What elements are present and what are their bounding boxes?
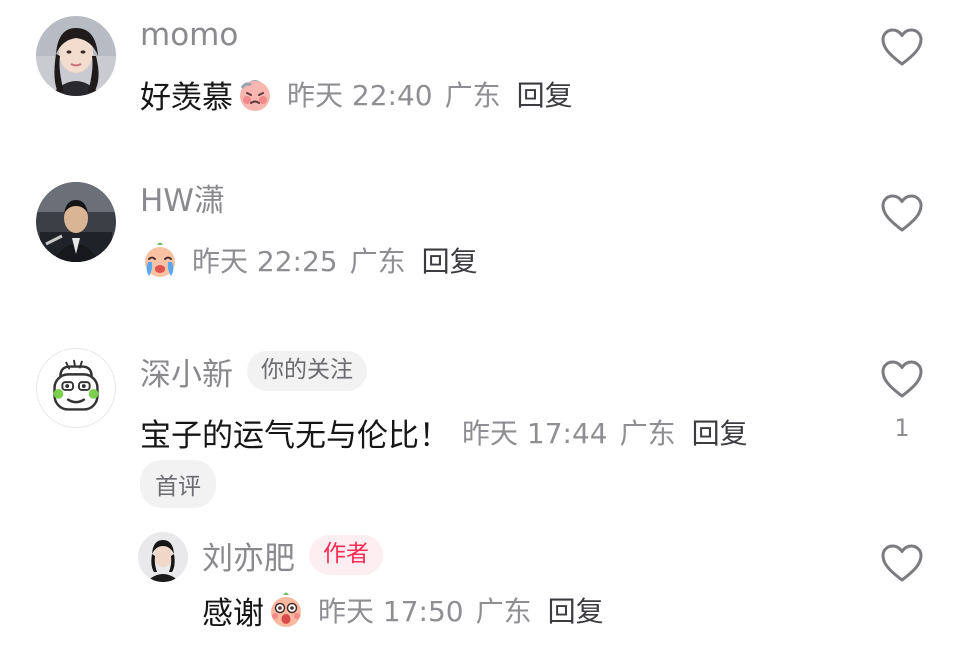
like-button[interactable]: [880, 27, 924, 67]
comment-location: 广东: [349, 245, 406, 278]
reply-username[interactable]: 刘亦肥: [202, 533, 295, 578]
like-button[interactable]: [880, 193, 924, 233]
like-button[interactable]: [880, 359, 924, 399]
comment-meta: 昨天 22:25 广东: [192, 240, 406, 280]
comment-time: 22:40: [351, 79, 433, 112]
heart-outline-icon: [881, 544, 923, 582]
comment-date: 昨天: [192, 245, 249, 278]
comment-body: 宝子的运气无与伦比！ 昨天 17:44 广东 回复: [140, 410, 748, 454]
comment-header: 深小新 你的关注: [140, 349, 367, 394]
first-comment-badge: 首评: [140, 460, 216, 508]
crying-emoji-icon: [140, 240, 180, 280]
comment-body: 昨天 22:25 广东 回复: [140, 238, 478, 282]
reply-meta: 昨天 17:50 广东: [318, 590, 532, 630]
avatar[interactable]: [36, 182, 116, 262]
comment-username[interactable]: momo: [140, 20, 238, 51]
reply-header: 刘亦肥 作者: [202, 533, 383, 578]
comment-item: HW潇 昨天 22:25 广东 回复: [0, 170, 960, 300]
reply-avatar[interactable]: [138, 532, 188, 582]
like-button[interactable]: [880, 543, 924, 583]
comment-location: 广东: [619, 417, 676, 450]
comment-meta: 昨天 17:44 广东: [462, 412, 676, 452]
comment-text: 宝子的运气无与伦比！: [140, 417, 450, 454]
reply-time: 17:50: [382, 595, 464, 628]
comment-time: 22:25: [256, 245, 338, 278]
reply-button[interactable]: 回复: [517, 74, 573, 114]
reply-button[interactable]: 回复: [422, 240, 478, 280]
comment-item: momo 好羡慕 昨天 22:40 广东 回复: [0, 0, 960, 130]
reply-button[interactable]: 回复: [548, 590, 604, 630]
comment-username[interactable]: HW潇: [140, 186, 225, 217]
blushing-emoji-icon: [235, 74, 275, 114]
author-tag: 作者: [309, 535, 383, 575]
reply-text: 感谢: [202, 595, 264, 632]
like-count: 1: [894, 414, 910, 442]
comment-body: 好羡慕 昨天 22:40 广东 回复: [140, 72, 573, 116]
comment-date: 昨天: [287, 79, 344, 112]
comment-meta: 昨天 22:40 广东: [287, 74, 501, 114]
reply-date: 昨天: [318, 595, 375, 628]
surprised-emoji-icon: [266, 590, 306, 630]
reply-body: 感谢 昨天 17:50 广东 回复: [202, 588, 604, 632]
avatar[interactable]: [36, 16, 116, 96]
comment-text: 好羡慕: [140, 79, 233, 116]
reply-location: 广东: [475, 595, 532, 628]
reply-button[interactable]: 回复: [692, 412, 748, 452]
heart-outline-icon: [881, 28, 923, 66]
avatar[interactable]: [36, 348, 116, 428]
comment-date: 昨天: [462, 417, 519, 450]
comment-username[interactable]: 深小新: [140, 349, 233, 394]
heart-outline-icon: [881, 360, 923, 398]
following-tag: 你的关注: [247, 351, 367, 391]
comment-item: 深小新 你的关注 宝子的运气无与伦比！ 昨天 17:44 广东 回复 首评 1 刘…: [0, 340, 960, 658]
heart-outline-icon: [881, 194, 923, 232]
comment-location: 广东: [444, 79, 501, 112]
comment-time: 17:44: [526, 417, 608, 450]
